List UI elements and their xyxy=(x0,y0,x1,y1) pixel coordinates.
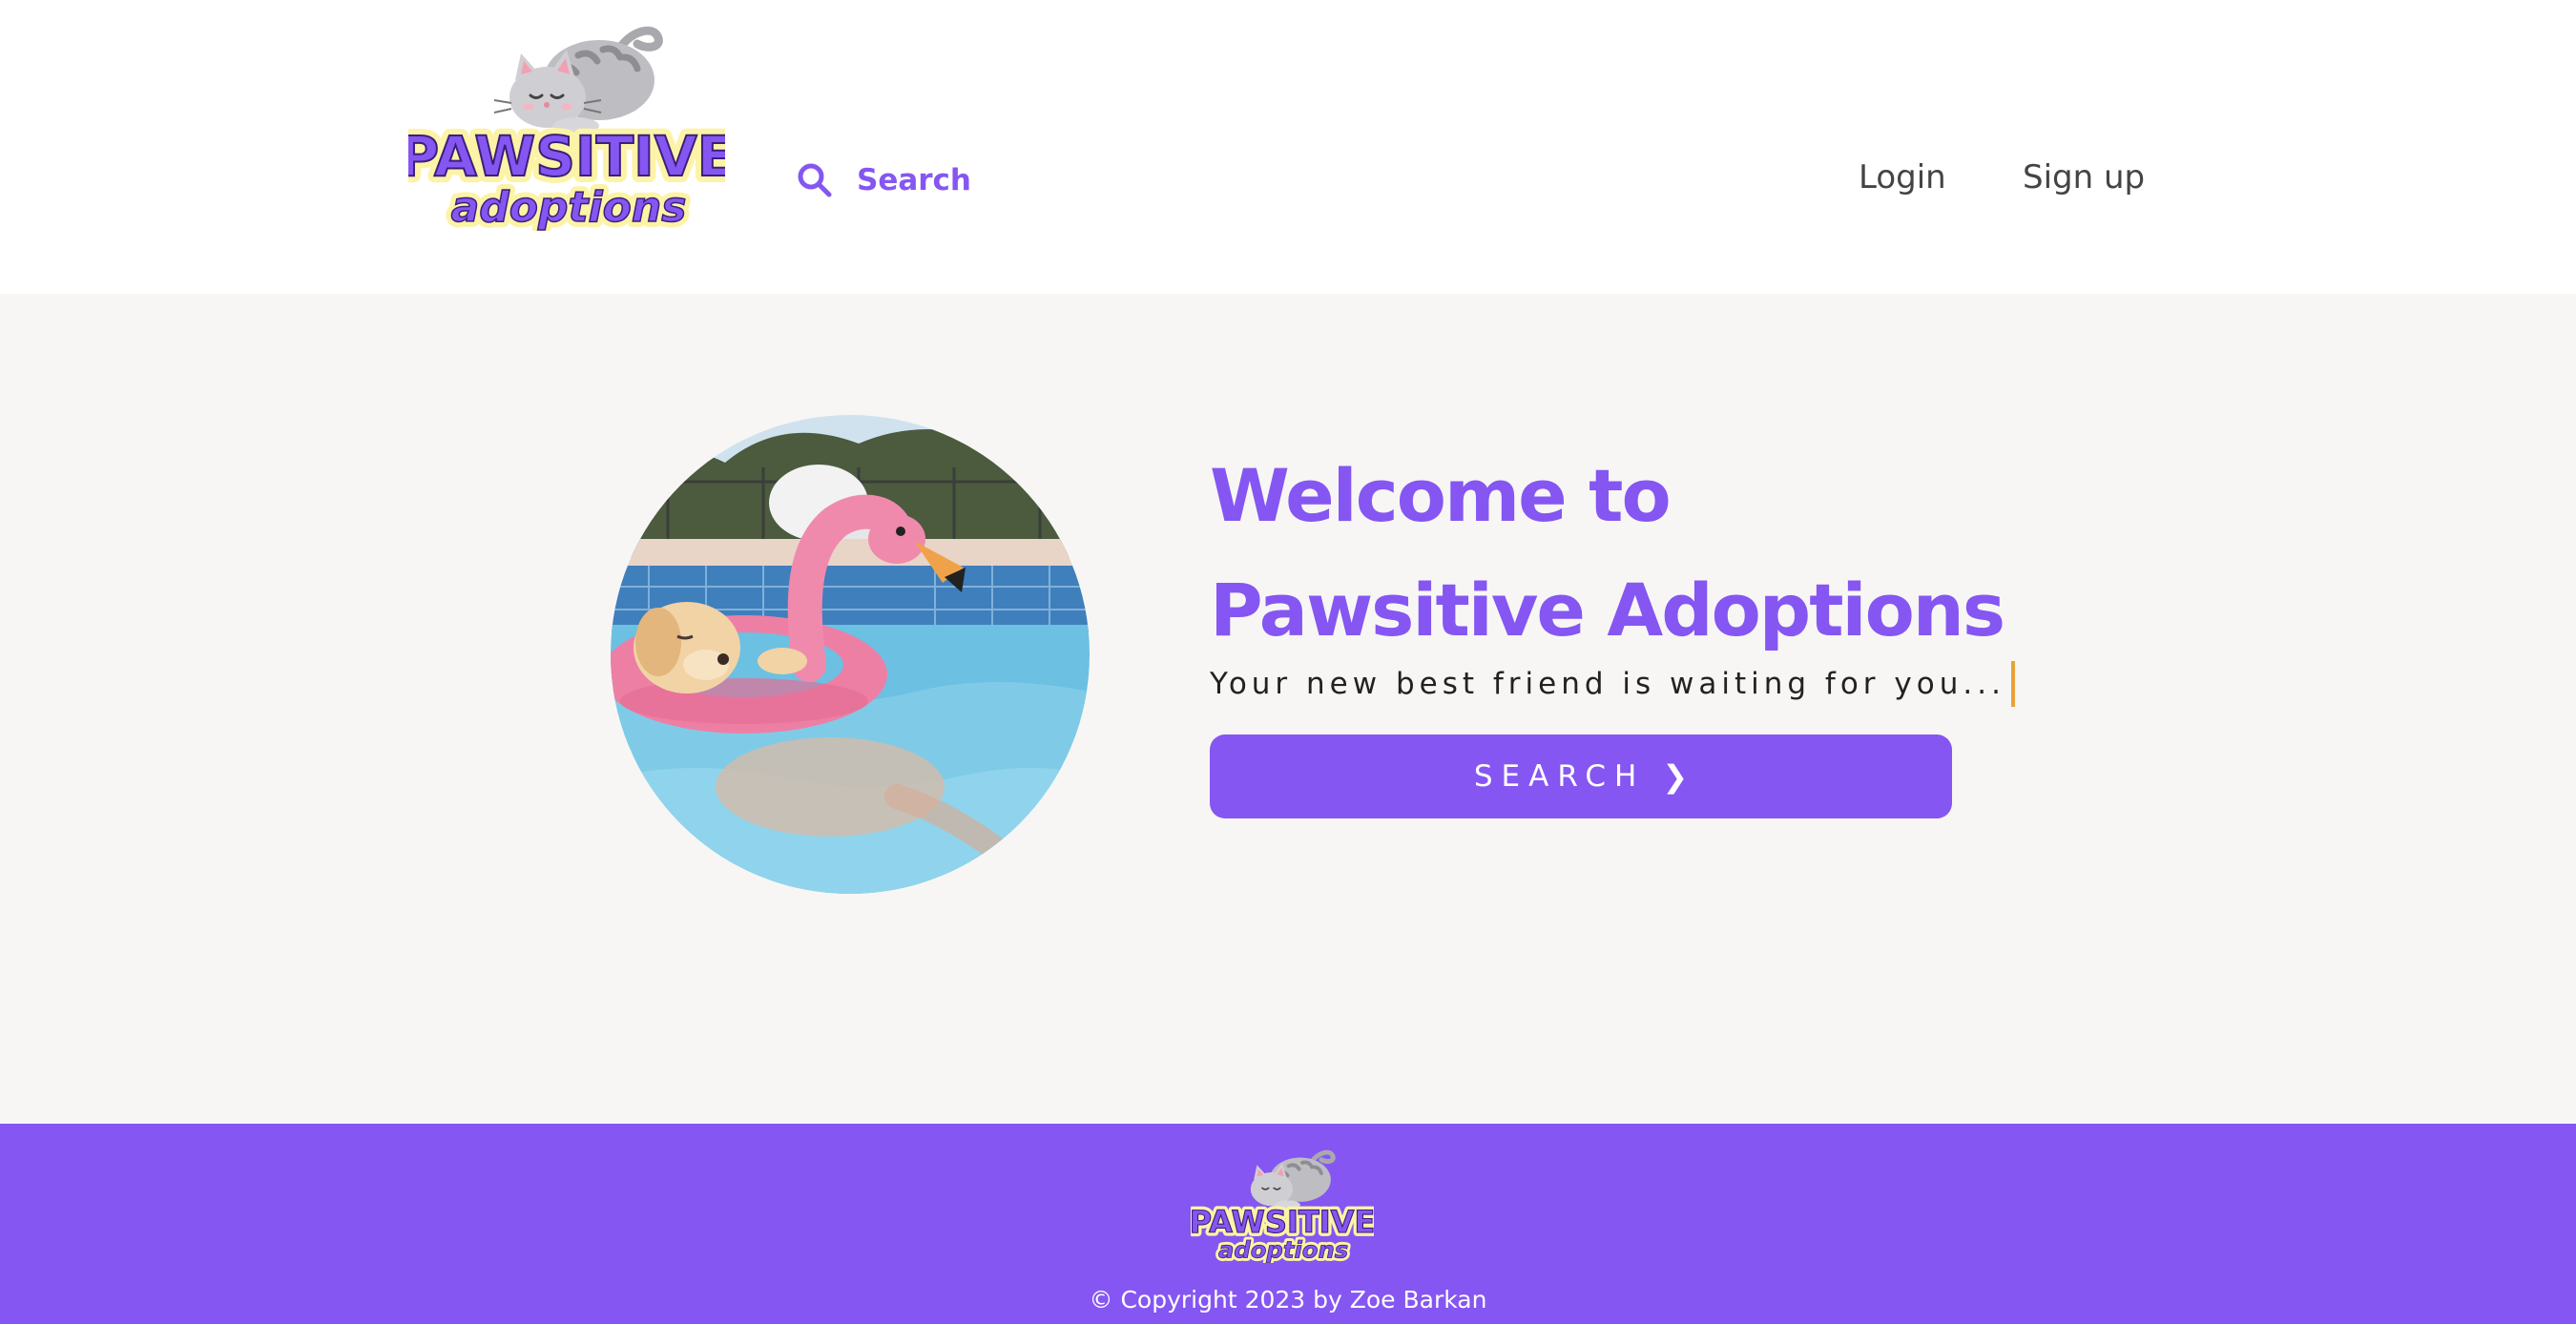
hero-title-line-1: Welcome to xyxy=(1210,453,1672,538)
cat-icon xyxy=(1250,1149,1336,1210)
search-icon xyxy=(798,163,832,197)
nav-search-label: Search xyxy=(857,163,972,197)
hero-subtitle-text: Your new best friend is waiting for you.… xyxy=(1210,667,2005,701)
hero-photo xyxy=(611,415,1090,894)
footer-logo-tagline: adoptions xyxy=(1218,1235,1348,1263)
hero-title: Welcome to Pawsitive Adoptions xyxy=(1210,439,2005,668)
logo-tagline: adoptions xyxy=(451,183,687,231)
hero-subtitle: Your new best friend is waiting for you.… xyxy=(1210,658,2015,710)
hero-search-button-label: SEARCH xyxy=(1473,759,1646,794)
signup-link[interactable]: Sign up xyxy=(2023,158,2145,197)
site-footer: PAWSITIVE PAWSITIVE adoptions adoptions … xyxy=(0,1124,2576,1324)
cat-icon xyxy=(493,26,663,134)
site-logo[interactable]: PAWSITIVE PAWSITIVE adoptions adoptions xyxy=(408,13,725,231)
chevron-right-icon: ❯ xyxy=(1662,758,1689,795)
copyright-text: © Copyright 2023 by Zoe Barkan xyxy=(1089,1286,1487,1314)
login-link[interactable]: Login xyxy=(1859,158,1946,197)
nav-search-link[interactable]: Search xyxy=(796,158,971,202)
logo-wordmark: PAWSITIVE xyxy=(408,124,725,189)
hero-search-button[interactable]: SEARCH ❯ xyxy=(1210,734,1952,818)
hero-title-line-2: Pawsitive Adoptions xyxy=(1210,568,2005,652)
site-header: PAWSITIVE PAWSITIVE adoptions adoptions … xyxy=(0,0,2576,294)
typing-caret xyxy=(2010,661,2015,707)
hero-section: Welcome to Pawsitive Adoptions Your new … xyxy=(0,294,2576,1124)
footer-logo-wordmark: PAWSITIVE xyxy=(1191,1204,1374,1240)
footer-logo[interactable]: PAWSITIVE PAWSITIVE adoptions adoptions xyxy=(1186,1143,1379,1267)
